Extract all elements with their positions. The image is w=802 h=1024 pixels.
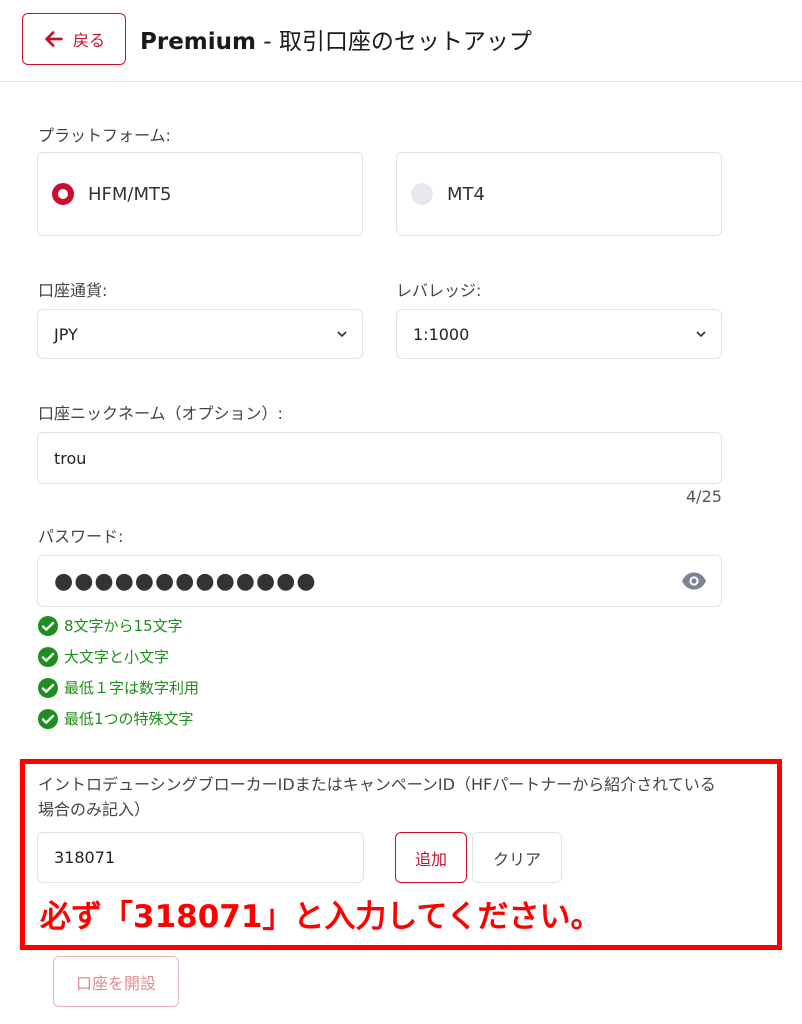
page-title: Premium - 取引口座のセットアップ — [140, 22, 532, 56]
arrow-left-icon — [45, 31, 63, 47]
password-value: ●●●●●●●●●●●●● — [54, 568, 317, 594]
check-circle-icon — [38, 615, 58, 636]
currency-value: JPY — [54, 324, 78, 344]
chevron-down-icon — [337, 331, 347, 338]
platform-option-label: MT4 — [447, 183, 485, 205]
password-rule-case: 大文字と小文字 — [38, 646, 169, 667]
clear-button[interactable]: クリア — [472, 832, 562, 883]
page-title-text: - 取引口座のセットアップ — [256, 29, 532, 55]
ib-id-input[interactable]: 318071 — [37, 832, 364, 883]
nickname-value: trou — [54, 448, 87, 468]
platform-option-label: HFM/MT5 — [88, 183, 172, 205]
ib-id-label: イントロデューシングブローカーIDまたはキャンペーンID（HFパートナーから紹介… — [38, 775, 716, 819]
password-input[interactable]: ●●●●●●●●●●●●● — [37, 555, 722, 607]
add-button[interactable]: 追加 — [395, 832, 467, 883]
currency-label: 口座通貨: — [38, 281, 108, 300]
password-rule-special: 最低1つの特殊文字 — [38, 708, 194, 729]
password-rule-length: 8文字から15文字 — [38, 615, 183, 636]
radio-unchecked-icon — [411, 183, 433, 205]
radio-checked-icon — [52, 183, 74, 205]
leverage-value: 1:1000 — [413, 324, 470, 344]
page-title-account-type: Premium — [140, 29, 256, 55]
currency-select[interactable]: JPY — [37, 309, 363, 359]
leverage-select[interactable]: 1:1000 — [396, 309, 722, 359]
nickname-input[interactable]: trou — [37, 432, 722, 484]
platform-option-mt4[interactable]: MT4 — [396, 152, 722, 236]
platform-option-hfm-mt5[interactable]: HFM/MT5 — [37, 152, 363, 236]
password-rule-text: 最低1つの特殊文字 — [64, 710, 194, 728]
nickname-char-counter: 4/25 — [686, 487, 722, 506]
password-rule-text: 8文字から15文字 — [64, 617, 183, 635]
annotation-note: 必ず「318071」と入力してください。 — [40, 899, 602, 935]
password-rule-text: 大文字と小文字 — [64, 648, 170, 666]
ib-id-value: 318071 — [54, 848, 116, 867]
check-circle-icon — [38, 646, 58, 667]
platform-label: プラットフォーム: — [38, 126, 171, 145]
password-label: パスワード: — [38, 527, 124, 546]
back-button[interactable]: 戻る — [22, 13, 126, 65]
page-header: 戻る Premium - 取引口座のセットアップ — [0, 0, 802, 82]
password-rule-digit: 最低１字は数字利用 — [38, 677, 199, 698]
check-circle-icon — [38, 708, 58, 729]
chevron-down-icon — [696, 331, 706, 338]
back-button-label: 戻る — [72, 31, 105, 50]
nickname-label: 口座ニックネーム（オプション）: — [38, 404, 283, 423]
leverage-label: レバレッジ: — [396, 281, 482, 300]
open-account-button[interactable]: 口座を開設 — [53, 956, 179, 1007]
password-rule-text: 最低１字は数字利用 — [64, 679, 200, 697]
eye-icon[interactable] — [681, 571, 707, 591]
check-circle-icon — [38, 677, 58, 698]
